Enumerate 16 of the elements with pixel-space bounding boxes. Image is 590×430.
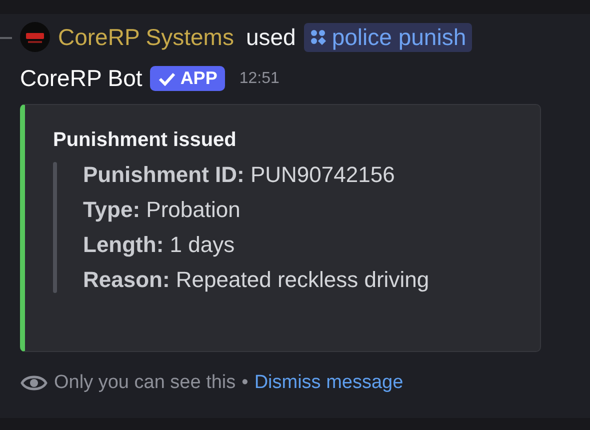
timestamp: 12:51 bbox=[239, 70, 280, 88]
command-icon bbox=[310, 29, 326, 45]
visibility-note: Only you can see this bbox=[54, 372, 236, 394]
avatar-icon bbox=[20, 22, 50, 52]
embed-field: Type: Probation bbox=[83, 197, 430, 223]
command-chip[interactable]: police punish bbox=[304, 22, 472, 52]
dismiss-link[interactable]: Dismiss message bbox=[254, 372, 404, 394]
embed-title: Punishment issued bbox=[53, 129, 238, 152]
embed-field: Length: 1 days bbox=[83, 232, 430, 258]
used-label: used bbox=[246, 24, 296, 50]
embed-field: Reason: Repeated reckless driving bbox=[83, 267, 430, 293]
user-name[interactable]: CoreRP Systems bbox=[58, 24, 234, 50]
embed-field: Punishment ID: PUN90742156 bbox=[83, 162, 430, 188]
bot-name[interactable]: CoreRP Bot bbox=[20, 65, 142, 92]
separator-dot: • bbox=[242, 372, 248, 394]
app-badge: APP bbox=[150, 66, 226, 91]
